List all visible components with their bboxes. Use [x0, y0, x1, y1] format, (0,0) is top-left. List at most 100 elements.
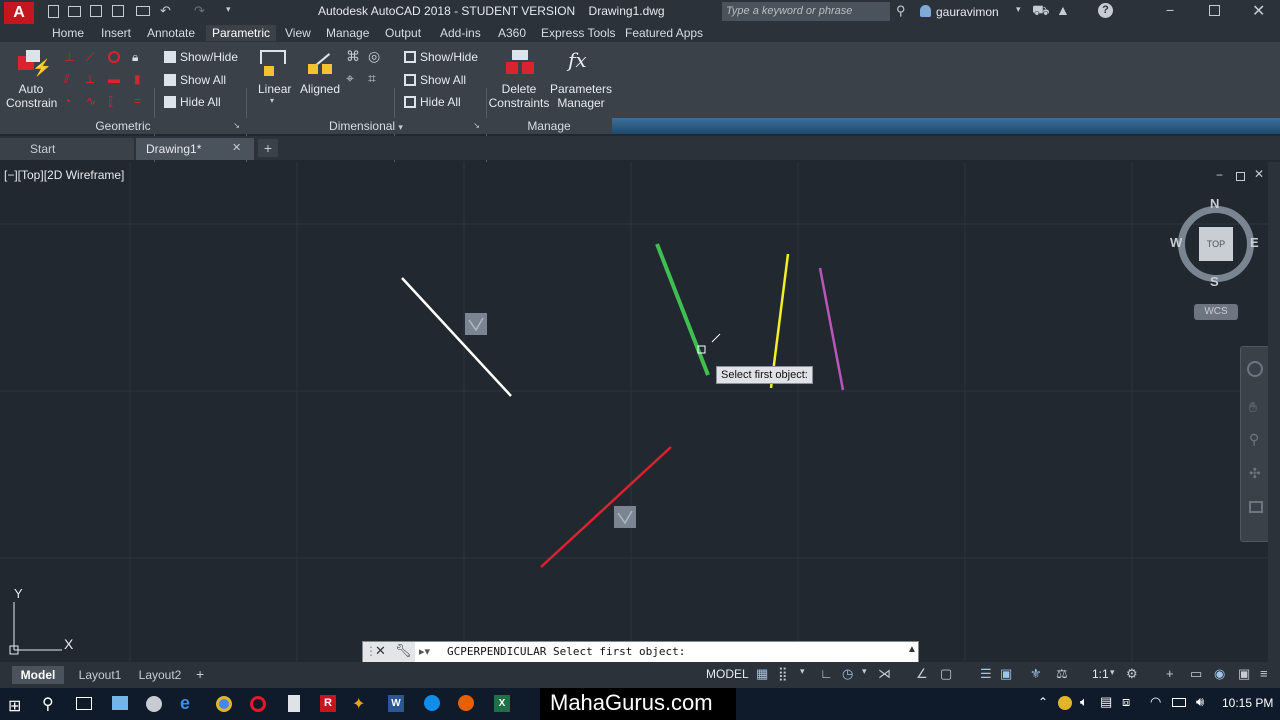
plot-icon[interactable]: [136, 6, 150, 16]
geo-show-hide-button[interactable]: Show/Hide: [164, 50, 238, 64]
annotation-visibility-icon[interactable]: ⚜: [1030, 666, 1042, 682]
viewcube-top-face[interactable]: TOP: [1199, 227, 1233, 261]
showmotion-icon[interactable]: [1249, 501, 1263, 513]
cart-icon[interactable]: ⛟: [1032, 2, 1050, 21]
close-icon[interactable]: ✕: [1252, 1, 1265, 21]
constraint-glyph-red[interactable]: [614, 506, 636, 528]
teamviewer-icon[interactable]: [424, 695, 440, 711]
smooth-icon[interactable]: ∿: [86, 94, 96, 108]
scale-chevron-icon[interactable]: ▾: [1110, 667, 1115, 678]
sketchbook-icon[interactable]: ✦: [352, 694, 365, 714]
constraint-glyph-white[interactable]: [465, 313, 487, 335]
word-icon[interactable]: W: [388, 695, 404, 712]
exchange-icon[interactable]: ▲: [1056, 2, 1070, 18]
save-as-icon[interactable]: [112, 5, 124, 17]
dim-show-hide-button[interactable]: Show/Hide: [404, 50, 478, 64]
diameter-dimension-icon[interactable]: ⌖: [346, 70, 354, 87]
save-icon[interactable]: [90, 5, 102, 17]
viewport-minimize-icon[interactable]: −: [1216, 168, 1223, 182]
geo-hide-all-button[interactable]: Hide All: [164, 95, 221, 109]
chrome-app-icon[interactable]: [146, 696, 162, 712]
linear-chevron-icon[interactable]: ▾: [270, 96, 274, 105]
chevron-down-icon[interactable]: ▾: [226, 4, 231, 15]
search-icon[interactable]: ⚲: [42, 694, 54, 714]
open-folder-icon[interactable]: [68, 6, 81, 17]
tab-layout2[interactable]: Layout2: [130, 666, 190, 684]
viewcube-south[interactable]: S: [1210, 274, 1219, 289]
annotation-monitor-icon[interactable]: +: [1166, 666, 1174, 681]
wifi-icon[interactable]: ◠: [1150, 694, 1161, 710]
tab-insert[interactable]: Insert: [101, 25, 131, 41]
snap-icon[interactable]: ⣿: [778, 666, 788, 682]
wcs-menu[interactable]: WCS: [1194, 304, 1238, 320]
command-history-icon[interactable]: ▲: [907, 644, 917, 655]
radial-dimension-icon[interactable]: ◎: [368, 48, 380, 65]
tab-add-ins[interactable]: Add-ins: [440, 25, 481, 41]
tab-start[interactable]: Start: [0, 138, 134, 160]
zoom-extents-icon[interactable]: ⚲: [1249, 431, 1259, 448]
red-line[interactable]: [540, 446, 672, 568]
auto-constrain-icon[interactable]: ⚡: [18, 50, 52, 77]
command-customize-icon[interactable]: 🔧︎: [395, 643, 412, 659]
annotation-scale[interactable]: 1:1: [1092, 667, 1109, 681]
geo-show-all-button[interactable]: Show All: [164, 73, 226, 87]
equal-icon[interactable]: =: [134, 94, 141, 108]
snap-chevron-icon[interactable]: ▾: [800, 666, 805, 677]
new-layout-plus-icon[interactable]: +: [196, 666, 204, 682]
angular-dimension-icon[interactable]: ⌘: [346, 48, 360, 65]
green-line-selected[interactable]: [655, 243, 710, 376]
tray-up-arrow-icon[interactable]: ⌃: [1038, 695, 1048, 709]
autocad-app-icon[interactable]: R: [320, 695, 336, 712]
linear-button[interactable]: Linear: [258, 82, 291, 96]
viewport-restore-icon[interactable]: [1236, 172, 1245, 181]
tab-manage[interactable]: Manage: [326, 25, 369, 41]
dim-show-all-button[interactable]: Show All: [404, 73, 466, 87]
command-close-icon[interactable]: ✕: [375, 643, 386, 659]
redo-icon[interactable]: ↷: [194, 3, 205, 19]
viewport-close-icon[interactable]: ✕: [1254, 167, 1264, 181]
tab-model[interactable]: Model: [12, 666, 64, 684]
battery-icon[interactable]: [1172, 698, 1186, 707]
aligned-button[interactable]: Aligned: [300, 82, 340, 96]
binoculars-icon[interactable]: ⚲: [896, 3, 906, 19]
customization-menu-icon[interactable]: ≡: [1260, 666, 1268, 681]
model-space-button[interactable]: MODEL: [706, 667, 749, 681]
circle-concentric-icon[interactable]: [108, 51, 120, 63]
user-chevron-icon[interactable]: ▾: [1016, 4, 1021, 15]
osnap-tracking-icon[interactable]: ∠: [916, 666, 928, 682]
viewcube[interactable]: TOP N S W E: [1170, 196, 1260, 289]
excel-icon[interactable]: X: [494, 695, 510, 712]
polar-chevron-icon[interactable]: ▾: [862, 666, 867, 677]
ortho-icon[interactable]: ∟: [820, 666, 833, 681]
tray-icon[interactable]: 🔈︎: [1080, 694, 1088, 710]
volume-icon[interactable]: 🔊︎: [1196, 694, 1204, 710]
dimensional-panel-label[interactable]: Dimensional ▾ ↘: [246, 118, 486, 134]
restore-icon[interactable]: [1209, 5, 1220, 16]
horizontal-icon[interactable]: ▬: [108, 72, 120, 86]
clean-screen-icon[interactable]: ▣: [1238, 666, 1250, 682]
polar-icon[interactable]: ◷: [842, 666, 853, 682]
parallel-icon[interactable]: ⫽: [64, 72, 69, 87]
tab-home[interactable]: Home: [52, 25, 84, 41]
command-line[interactable]: ⋮ ✕ 🔧︎ ▸▾ GCPERPENDICULAR Select first o…: [362, 641, 919, 663]
drawing-area-svg[interactable]: [0, 162, 1268, 662]
tab-annotate[interactable]: Annotate: [147, 25, 195, 41]
minimize-icon[interactable]: −: [1166, 2, 1174, 18]
transparency-icon[interactable]: ▣: [1000, 666, 1012, 682]
firefox-icon[interactable]: [458, 695, 474, 711]
white-line[interactable]: [401, 277, 512, 397]
vertical-icon[interactable]: ▮: [134, 72, 141, 86]
help-icon[interactable]: ?: [1098, 3, 1113, 18]
tray-icon[interactable]: [1058, 696, 1072, 710]
delete-constraints-icon[interactable]: [506, 50, 534, 76]
pan-icon[interactable]: ✋︎: [1249, 399, 1257, 416]
tab-view[interactable]: View: [285, 25, 311, 41]
drawing-canvas[interactable]: [−][Top][2D Wireframe] Y X Select first …: [0, 162, 1268, 662]
osnap-icon[interactable]: ▢: [940, 666, 952, 682]
symmetric-icon[interactable]: ⟦: [108, 94, 114, 108]
edge-app-icon[interactable]: e: [180, 693, 190, 714]
isolate-objects-icon[interactable]: ◉: [1214, 666, 1225, 682]
parameters-manager-button[interactable]: Parameters Manager: [550, 82, 612, 110]
isodraft-icon[interactable]: ⋊: [878, 666, 891, 682]
autoscale-icon[interactable]: ⚖: [1056, 666, 1068, 682]
